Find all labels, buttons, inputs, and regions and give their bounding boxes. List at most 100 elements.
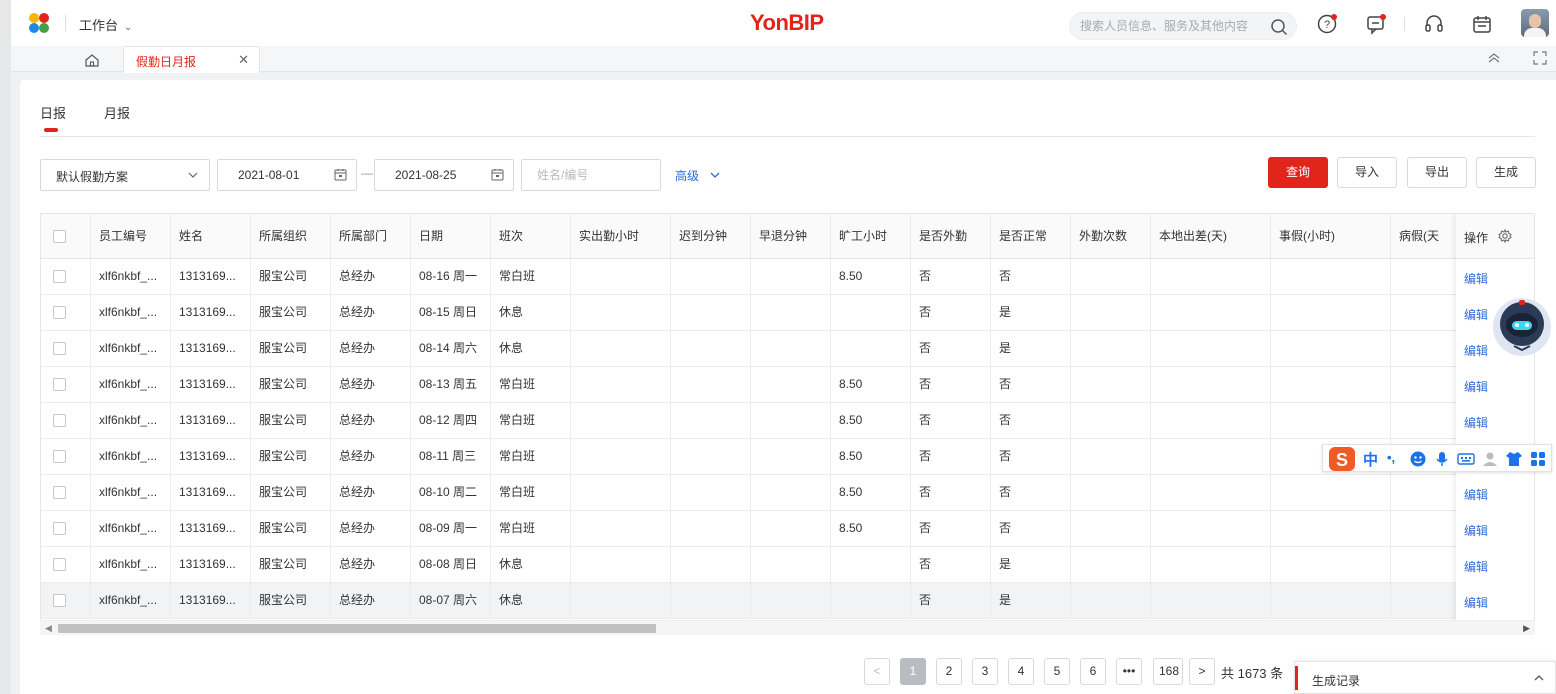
page-button[interactable]: 168	[1153, 658, 1183, 685]
row-checkbox[interactable]	[53, 270, 66, 283]
horizontal-scrollbar[interactable]: ◀ ▶	[40, 620, 1535, 635]
page-button[interactable]: 2	[936, 658, 962, 685]
column-header[interactable]: 早退分钟	[751, 214, 831, 258]
microphone-icon[interactable]	[1433, 450, 1451, 468]
generate-button[interactable]: 生成	[1476, 157, 1536, 188]
workbench-menu[interactable]: 工作台 ⌄	[79, 15, 132, 34]
page-button[interactable]: 5	[1044, 658, 1070, 685]
column-header[interactable]: 是否外勤	[911, 214, 991, 258]
user-avatar[interactable]	[1521, 9, 1549, 37]
tab-attendance-report[interactable]: 假勤日月报 ✕	[123, 46, 260, 73]
emoji-icon[interactable]	[1409, 450, 1427, 468]
prev-page-button[interactable]: <	[864, 658, 890, 685]
ime-punctuation[interactable]: •,	[1387, 450, 1405, 468]
column-header[interactable]: 所属组织	[251, 214, 331, 258]
search-icon[interactable]	[1270, 18, 1288, 36]
table-row[interactable]: xlf6nkbf_... 1313169... 服宝公司 总经办 08-15 周日 休息 否…	[41, 295, 1534, 331]
row-select-cell	[41, 475, 91, 510]
table-row[interactable]: xlf6nkbf_... 1313169... 服宝公司 总经办 08-11 周三 常白班…	[41, 439, 1534, 475]
table-row[interactable]: xlf6nkbf_... 1313169... 服宝公司 总经办 08-12 周四 常白班…	[41, 403, 1534, 439]
edit-link[interactable]: 编辑	[1464, 558, 1488, 575]
table-row[interactable]: xlf6nkbf_... 1313169... 服宝公司 总经办 08-10 周二 常白班…	[41, 475, 1534, 511]
message-icon[interactable]	[1365, 13, 1387, 35]
fullscreen-icon[interactable]	[1533, 51, 1547, 65]
table-row[interactable]: xlf6nkbf_... 1313169... 服宝公司 总经办 08-07 周六 休息 否…	[41, 583, 1534, 619]
export-button[interactable]: 导出	[1407, 157, 1467, 188]
column-header[interactable]: 旷工小时	[831, 214, 911, 258]
row-checkbox[interactable]	[53, 306, 66, 319]
row-checkbox[interactable]	[53, 414, 66, 427]
row-checkbox[interactable]	[53, 378, 66, 391]
user-icon[interactable]	[1481, 450, 1499, 468]
help-icon[interactable]: ?	[1316, 13, 1338, 35]
generation-record-panel[interactable]: 生成记录	[1294, 661, 1556, 694]
search-input[interactable]	[1080, 13, 1260, 39]
scheme-select[interactable]: 默认假勤方案	[40, 159, 210, 191]
table-row[interactable]: xlf6nkbf_... 1313169... 服宝公司 总经办 08-09 周一 常白班…	[41, 511, 1534, 547]
row-checkbox[interactable]	[53, 450, 66, 463]
table-cell: 1313169...	[171, 547, 251, 582]
column-header[interactable]: 本地出差(天)	[1151, 214, 1271, 258]
calendar-icon[interactable]	[1471, 13, 1493, 35]
column-header[interactable]: 班次	[491, 214, 571, 258]
column-header[interactable]: 实出勤小时	[571, 214, 671, 258]
edit-link[interactable]: 编辑	[1464, 342, 1488, 359]
name-search-input[interactable]	[521, 159, 661, 191]
column-header[interactable]: 员工编号	[91, 214, 171, 258]
table-row[interactable]: xlf6nkbf_... 1313169... 服宝公司 总经办 08-08 周日 休息 否…	[41, 547, 1534, 583]
column-header[interactable]: 迟到分钟	[671, 214, 751, 258]
row-checkbox[interactable]	[53, 522, 66, 535]
query-button[interactable]: 查询	[1268, 157, 1328, 188]
advanced-filter-toggle[interactable]: 高级	[675, 167, 721, 184]
tab-daily[interactable]: 日报	[40, 103, 66, 132]
scrollbar-thumb[interactable]	[58, 624, 656, 633]
page-button[interactable]: 3	[972, 658, 998, 685]
edit-link[interactable]: 编辑	[1464, 378, 1488, 395]
next-page-button[interactable]: >	[1189, 658, 1215, 685]
page-button[interactable]: •••	[1116, 658, 1142, 685]
skin-shirt-icon[interactable]	[1505, 450, 1523, 468]
table-row[interactable]: xlf6nkbf_... 1313169... 服宝公司 总经办 08-13 周五 常白班…	[41, 367, 1534, 403]
edit-link[interactable]: 编辑	[1464, 522, 1488, 539]
import-button[interactable]: 导入	[1337, 157, 1397, 188]
headset-icon[interactable]	[1423, 13, 1445, 35]
chevron-up-icon[interactable]	[1533, 673, 1545, 683]
row-checkbox[interactable]	[53, 486, 66, 499]
edit-link[interactable]: 编辑	[1464, 270, 1488, 287]
page-button[interactable]: 1	[900, 658, 926, 685]
edit-link[interactable]: 编辑	[1464, 594, 1488, 611]
settings-gear-icon[interactable]	[1498, 229, 1512, 243]
table-row[interactable]: xlf6nkbf_... 1313169... 服宝公司 总经办 08-16 周一 常白班…	[41, 259, 1534, 295]
table-cell	[1271, 547, 1391, 582]
table-row[interactable]: xlf6nkbf_... 1313169... 服宝公司 总经办 08-14 周六 休息 否…	[41, 331, 1534, 367]
collapse-up-icon[interactable]	[1487, 51, 1501, 65]
close-icon[interactable]: ✕	[238, 52, 249, 68]
column-header[interactable]: 事假(小时)	[1271, 214, 1391, 258]
home-icon[interactable]	[79, 50, 105, 70]
scroll-left-arrow-icon[interactable]: ◀	[45, 623, 52, 634]
column-header[interactable]: 是否正常	[991, 214, 1071, 258]
date-to-field[interactable]: 2021-08-25	[374, 159, 514, 191]
column-header[interactable]: 日期	[411, 214, 491, 258]
tab-monthly[interactable]: 月报	[104, 103, 130, 122]
column-header[interactable]: 姓名	[171, 214, 251, 258]
edit-link[interactable]: 编辑	[1464, 486, 1488, 503]
date-from-field[interactable]: 2021-08-01	[217, 159, 357, 191]
row-checkbox[interactable]	[53, 594, 66, 607]
ime-mode-label[interactable]: 中	[1363, 449, 1378, 470]
page-button[interactable]: 4	[1008, 658, 1034, 685]
assistant-robot-icon[interactable]	[1486, 294, 1552, 360]
row-checkbox[interactable]	[53, 558, 66, 571]
app-grid-logo-icon[interactable]	[27, 12, 51, 34]
keyboard-icon[interactable]	[1457, 450, 1475, 468]
scroll-right-arrow-icon[interactable]: ▶	[1523, 623, 1530, 634]
column-header[interactable]: 所属部门	[331, 214, 411, 258]
select-all-checkbox[interactable]	[53, 230, 66, 243]
toolbox-grid-icon[interactable]	[1529, 450, 1547, 468]
row-checkbox[interactable]	[53, 342, 66, 355]
edit-link[interactable]: 编辑	[1464, 414, 1488, 431]
edit-link[interactable]: 编辑	[1464, 306, 1488, 323]
page-button[interactable]: 6	[1080, 658, 1106, 685]
column-header[interactable]: 外勤次数	[1071, 214, 1151, 258]
sogou-logo-icon[interactable]: S	[1327, 446, 1359, 472]
